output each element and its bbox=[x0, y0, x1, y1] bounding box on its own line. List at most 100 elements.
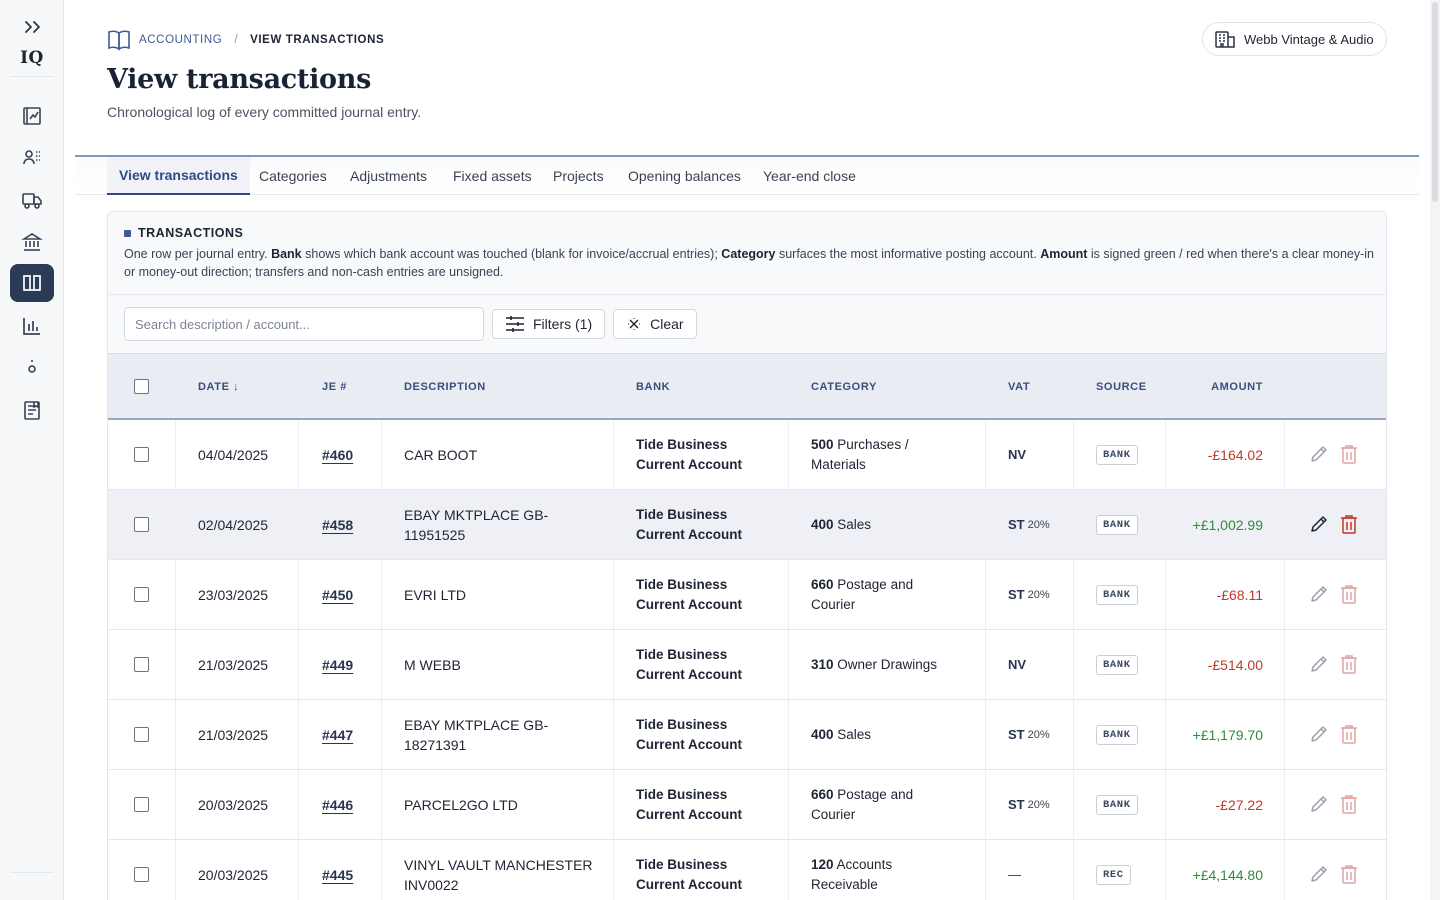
open-book-icon bbox=[23, 275, 41, 291]
table-row[interactable]: 20/03/2025 #445 VINYL VAULT MANCHESTER IN… bbox=[108, 840, 1386, 900]
category-code: 500 bbox=[811, 436, 834, 452]
cell-je-link[interactable]: #458 bbox=[322, 517, 353, 533]
row-checkbox[interactable] bbox=[134, 657, 149, 672]
ledger-chart-icon bbox=[23, 107, 41, 125]
expand-sidebar-icon[interactable] bbox=[22, 16, 44, 38]
tab-year-end-close[interactable]: Year-end close bbox=[751, 157, 868, 195]
category-code: 400 bbox=[811, 516, 834, 532]
delete-button[interactable] bbox=[1335, 650, 1363, 678]
column-description[interactable]: DESCRIPTION bbox=[404, 354, 486, 419]
category-line: 660 Postage and bbox=[811, 575, 913, 595]
vat-code: ST bbox=[1008, 797, 1025, 812]
description-line: M WEBB bbox=[404, 656, 461, 673]
book-icon bbox=[108, 30, 130, 51]
cell-divider bbox=[381, 700, 382, 769]
select-all-checkbox[interactable] bbox=[134, 379, 149, 394]
sliders-icon bbox=[506, 316, 524, 332]
scrollbar-thumb[interactable] bbox=[1432, 2, 1438, 202]
cell-je-link[interactable]: #447 bbox=[322, 727, 353, 743]
edit-button[interactable] bbox=[1305, 720, 1333, 748]
cell-divider bbox=[613, 840, 614, 900]
sidebar-item-reports[interactable] bbox=[10, 97, 54, 135]
category-line: Receivable bbox=[811, 876, 878, 892]
table-row[interactable]: 04/04/2025 #460 CAR BOOT Tide Business Cu… bbox=[108, 420, 1386, 490]
cell-amount: +£1,179.70 bbox=[1192, 726, 1263, 743]
cell-bank: Tide Business Current Account bbox=[636, 770, 742, 839]
cell-divider bbox=[788, 560, 789, 629]
sidebar-item-documents[interactable] bbox=[10, 391, 54, 429]
delete-button[interactable] bbox=[1335, 860, 1363, 888]
sidebar-item-banking[interactable] bbox=[10, 223, 54, 261]
cell-divider bbox=[1284, 560, 1285, 629]
row-checkbox[interactable] bbox=[134, 517, 149, 532]
column-date[interactable]: DATE ↓ bbox=[198, 354, 239, 419]
tab-view-transactions[interactable]: View transactions bbox=[107, 157, 250, 195]
delete-button[interactable] bbox=[1335, 790, 1363, 818]
table-row[interactable]: 21/03/2025 #447 EBAY MKTPLACE GB-1827139… bbox=[108, 700, 1386, 770]
cell-category: 660 Postage and Courier bbox=[811, 770, 913, 839]
cell-vat: ST 20% bbox=[1008, 490, 1050, 559]
table-row[interactable]: 21/03/2025 #449 M WEBB Tide Business Curr… bbox=[108, 630, 1386, 700]
column-category[interactable]: CATEGORY bbox=[811, 354, 877, 419]
edit-button[interactable] bbox=[1305, 860, 1333, 888]
table-row[interactable]: 23/03/2025 #450 EVRI LTD Tide Business Cu… bbox=[108, 560, 1386, 630]
cell-je-link[interactable]: #450 bbox=[322, 587, 353, 603]
row-checkbox[interactable] bbox=[134, 447, 149, 462]
description-line: EBAY MKTPLACE GB-18271391 bbox=[404, 716, 549, 753]
column-source[interactable]: SOURCE bbox=[1096, 354, 1147, 419]
clear-button[interactable]: Clear bbox=[613, 309, 697, 339]
filters-button[interactable]: Filters (1) bbox=[492, 309, 606, 339]
vat-code: NV bbox=[1008, 447, 1027, 462]
table-toolbar: Filters (1) Clear bbox=[124, 307, 697, 341]
row-checkbox[interactable] bbox=[134, 867, 149, 882]
cell-divider bbox=[1165, 420, 1166, 489]
sidebar-item-suppliers[interactable] bbox=[10, 181, 54, 219]
trash-icon bbox=[1341, 445, 1357, 464]
cell-je-link[interactable]: #460 bbox=[322, 447, 353, 463]
tab-fixed-assets[interactable]: Fixed assets bbox=[441, 157, 544, 195]
organisation-switcher[interactable]: Webb Vintage & Audio bbox=[1202, 22, 1387, 56]
sidebar-item-accounting[interactable] bbox=[10, 264, 54, 302]
sidebar-item-misc[interactable] bbox=[10, 348, 54, 386]
column-bank[interactable]: BANK bbox=[636, 354, 670, 419]
source-badge: BANK bbox=[1096, 794, 1138, 815]
tab-categories[interactable]: Categories bbox=[247, 157, 339, 195]
edit-button[interactable] bbox=[1305, 790, 1333, 818]
edit-button[interactable] bbox=[1305, 510, 1333, 538]
cell-date: 20/03/2025 bbox=[198, 866, 269, 883]
table-row[interactable]: 02/04/2025 #458 EBAY MKTPLACE GB-1195152… bbox=[108, 490, 1386, 560]
column-je[interactable]: JE # bbox=[322, 354, 347, 419]
cell-divider bbox=[985, 420, 986, 489]
tab-adjustments[interactable]: Adjustments bbox=[338, 157, 439, 195]
row-checkbox[interactable] bbox=[134, 587, 149, 602]
delete-button[interactable] bbox=[1335, 440, 1363, 468]
delete-button[interactable] bbox=[1335, 510, 1363, 538]
tab-projects[interactable]: Projects bbox=[541, 157, 616, 195]
sidebar-item-contacts[interactable] bbox=[10, 139, 54, 177]
edit-button[interactable] bbox=[1305, 650, 1333, 678]
tab-opening-balances[interactable]: Opening balances bbox=[616, 157, 753, 195]
edit-button[interactable] bbox=[1305, 580, 1333, 608]
category-code: 660 bbox=[811, 576, 834, 592]
category-name: Postage and bbox=[833, 786, 914, 802]
search-input[interactable] bbox=[124, 307, 484, 341]
delete-button[interactable] bbox=[1335, 720, 1363, 748]
table-row[interactable]: 20/03/2025 #446 PARCEL2GO LTD Tide Busin… bbox=[108, 770, 1386, 840]
cell-description: EBAY MKTPLACE GB-18271391 bbox=[404, 700, 604, 769]
page-scrollbar[interactable] bbox=[1430, 0, 1440, 900]
row-checkbox[interactable] bbox=[134, 727, 149, 742]
description-line: EBAY MKTPLACE GB-11951525 bbox=[404, 506, 549, 543]
desc-bold-bank: Bank bbox=[271, 247, 302, 261]
sidebar-item-analytics[interactable] bbox=[10, 307, 54, 345]
cell-je-link[interactable]: #446 bbox=[322, 797, 353, 813]
row-checkbox[interactable] bbox=[134, 797, 149, 812]
trash-icon bbox=[1341, 725, 1357, 744]
delete-button[interactable] bbox=[1335, 580, 1363, 608]
cell-je-link[interactable]: #445 bbox=[322, 867, 353, 883]
column-amount[interactable]: AMOUNT bbox=[1178, 354, 1263, 419]
cell-je-link[interactable]: #449 bbox=[322, 657, 353, 673]
breadcrumb-accounting[interactable]: ACCOUNTING bbox=[139, 34, 222, 46]
bank-line: Current Account bbox=[636, 596, 743, 612]
column-vat[interactable]: VAT bbox=[1008, 354, 1030, 419]
edit-button[interactable] bbox=[1305, 440, 1333, 468]
